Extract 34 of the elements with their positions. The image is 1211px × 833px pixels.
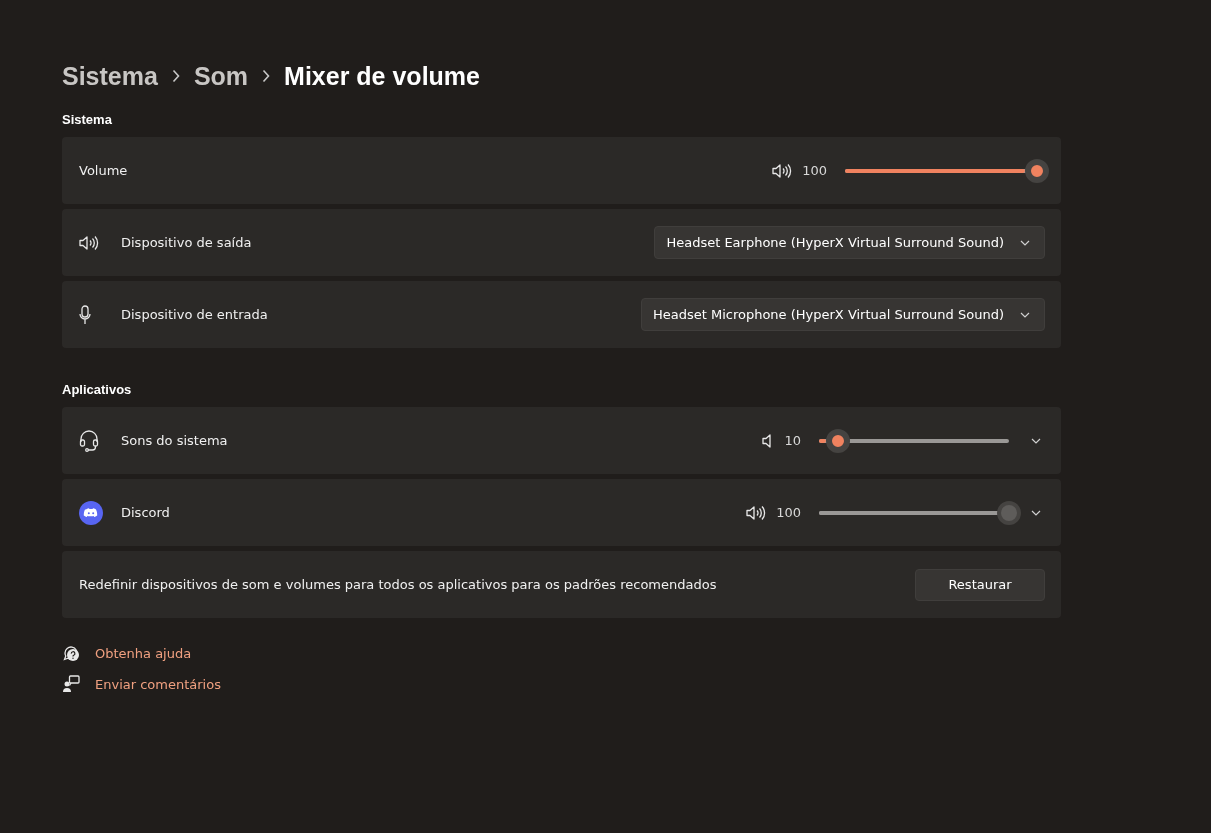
device-label: Dispositivo de saída [121,235,252,250]
chevron-down-icon [1020,311,1030,318]
volume-reading: 100 [802,163,827,178]
device-dropdown[interactable]: Headset Microphone (HyperX Virtual Surround Sound) [640,298,1045,331]
breadcrumb-item[interactable]: Sistema [62,61,158,91]
game-controller-icon [79,500,103,525]
breadcrumb-item: Mixer de volume [284,61,480,91]
link[interactable]: Enviar comentários [95,676,221,692]
feedback-icon [62,675,80,693]
app-name: Discord [121,505,170,520]
help-icon [62,644,80,662]
speaker-icon [79,234,99,251]
device-label: Dispositivo de entrada [121,307,268,322]
restore-button[interactable]: Restaurar [915,568,1045,601]
link[interactable]: Obtenha ajuda [95,645,192,661]
app-volume-reading: 100 [776,505,801,520]
device-dropdown[interactable]: Headset Earphone (HyperX Virtual Surround Sound) [654,226,1045,259]
reset-description: Redefinir dispositivos de som e volumes para todos os aplicativos para os padrões recomendados [79,577,717,592]
volume-label: Volume [79,163,128,178]
chevron-right-icon [171,69,180,83]
section-heading: Aplicativos [62,382,133,397]
breadcrumb-item[interactable]: Som [193,61,249,91]
section-heading: Sistema [62,112,113,127]
app-name: Sons do sistema [121,433,228,448]
chevron-down-icon [1031,509,1041,516]
chevron-right-icon [262,69,271,83]
speaker-icon [772,162,793,179]
chevron-down-icon [1031,437,1041,444]
slider-thumb[interactable] [1025,158,1049,183]
headset-icon [79,429,99,452]
microphone-icon [79,304,91,325]
slider-thumb[interactable] [826,428,850,453]
app-volume-reading: 10 [784,433,801,448]
chevron-down-icon [1020,239,1030,246]
